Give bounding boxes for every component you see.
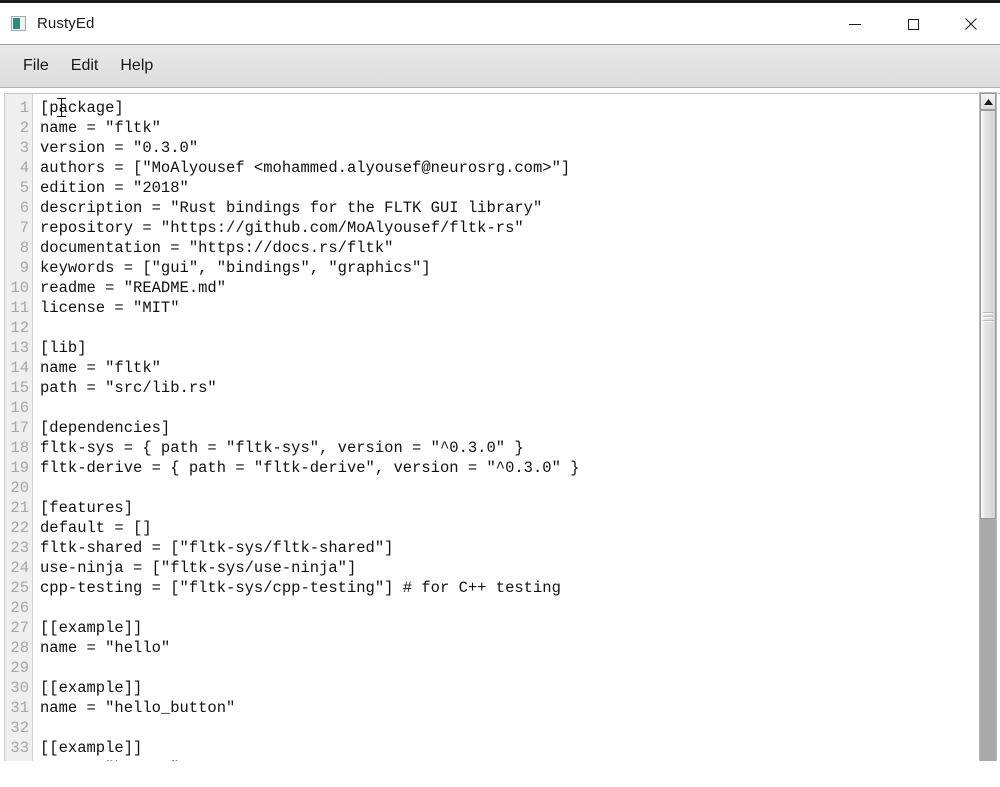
window-controls [826,3,1000,44]
code-line: name = "hello" [40,639,171,657]
code-line: repository = "https://github.com/MoAlyou… [40,219,524,237]
line-number: 33 [10,739,29,757]
code-line: name = "fltk" [40,359,161,377]
code-line: path = "src/lib.rs" [40,379,217,397]
code-line: license = "MIT" [40,299,180,317]
menu-bar: File Edit Help [0,44,1000,88]
triangle-up-icon [983,98,993,105]
line-number: 29 [10,659,29,677]
line-number: 8 [19,239,29,257]
code-line: name = "hello_button" [40,699,236,717]
line-number: 27 [10,619,29,637]
code-line: edition = "2018" [40,179,189,197]
line-number: 9 [19,259,29,277]
line-number: 2 [19,119,29,137]
line-number: 19 [10,459,29,477]
app-icon [11,16,26,31]
maximize-button[interactable] [884,3,942,44]
bottom-strip [0,761,1000,787]
minimize-button[interactable] [826,3,884,44]
line-number: 26 [10,599,29,617]
menu-item-file[interactable]: File [12,55,60,77]
line-number: 4 [19,159,29,177]
line-number: 14 [10,359,29,377]
code-line: [lib] [40,339,87,357]
line-number: 16 [10,399,29,417]
code-line: name = "fltk" [40,119,161,137]
line-number: 6 [19,199,29,217]
line-number: 28 [10,639,29,657]
line-number: 20 [10,479,29,497]
line-number: 12 [10,319,29,337]
vertical-scroll-track[interactable] [980,110,996,769]
scroll-up-button[interactable] [980,93,996,110]
code-line: fltk-derive = { path = "fltk-derive", ve… [40,459,580,477]
code-line: [[example]] [40,739,143,757]
line-number: 1 [19,99,29,117]
line-number: 31 [10,699,29,717]
scroll-grip-icon [982,310,994,323]
window-title: RustyEd [37,15,95,32]
line-number: 15 [10,379,29,397]
code-line: cpp-testing = ["fltk-sys/cpp-testing"] #… [40,579,561,597]
code-line: keywords = ["gui", "bindings", "graphics… [40,259,431,277]
code-line: default = [] [40,519,152,537]
close-icon [965,17,977,30]
line-number: 18 [10,439,29,457]
line-number: 5 [19,179,29,197]
minimize-icon [849,23,861,25]
line-number: 11 [10,299,29,317]
vertical-scrollbar[interactable] [979,92,997,787]
code-line: fltk-shared = ["fltk-sys/fltk-shared"] [40,539,394,557]
line-number: 13 [10,339,29,357]
code-line: version = "0.3.0" [40,139,199,157]
code-line: [[example]] [40,679,143,697]
code-line: description = "Rust bindings for the FLT… [40,199,543,217]
line-number: 25 [10,579,29,597]
maximize-icon [908,18,919,30]
editor-inner: 1 2 3 4 5 6 7 8 9 10 11 12 13 14 15 16 17 18 19 20 21 22 23 24 2… [4,93,1000,787]
line-number: 30 [10,679,29,697]
line-number: 22 [10,519,29,537]
line-number: 21 [10,499,29,517]
line-number-gutter: 1 2 3 4 5 6 7 8 9 10 11 12 13 14 15 16 17 18 19 20 21 22 23 24 2… [5,94,33,787]
code-line: readme = "README.md" [40,279,227,297]
close-button[interactable] [942,3,1000,44]
menu-item-edit[interactable]: Edit [60,55,110,77]
editor-area: 1 2 3 4 5 6 7 8 9 10 11 12 13 14 15 16 17 18 19 20 21 22 23 24 2… [0,88,1000,787]
line-number: 17 [10,419,29,437]
vertical-scroll-thumb[interactable] [980,110,996,519]
code-text-area[interactable]: [package] name = "fltk" version = "0.3.0" a… [33,94,1000,787]
line-number: 24 [10,559,29,577]
code-line: [dependencies] [40,419,171,437]
line-number: 7 [19,219,29,237]
menu-item-help[interactable]: Help [109,55,164,77]
title-bar: RustyEd [0,3,1000,44]
code-line: [package] [40,99,124,117]
code-line: documentation = "https://docs.rs/fltk" [40,239,394,257]
code-line: [[example]] [40,619,143,637]
code-line: [features] [40,499,134,517]
app-window: RustyEd File Edit Help 1 2 3 4 5 6 7 8 9… [0,0,1000,787]
code-line: authors = ["MoAlyousef <mohammed.alyouse… [40,159,571,177]
code-line: use-ninja = ["fltk-sys/use-ninja"] [40,559,357,577]
line-number: 10 [10,279,29,297]
line-number: 23 [10,539,29,557]
line-number: 32 [10,719,29,737]
code-line: fltk-sys = { path = "fltk-sys", version … [40,439,524,457]
line-number: 3 [19,139,29,157]
